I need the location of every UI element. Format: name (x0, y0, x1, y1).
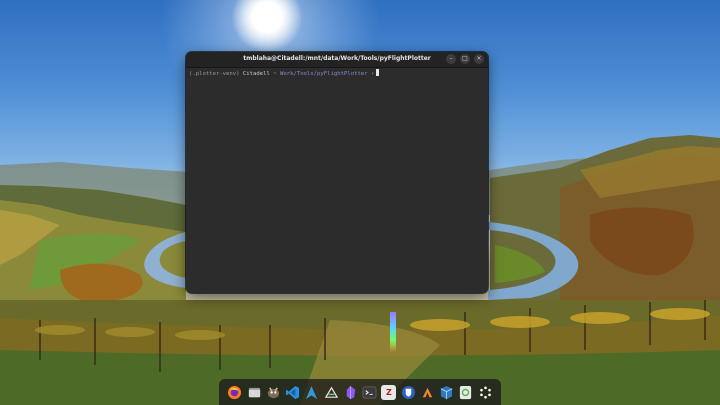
backup-icon[interactable] (458, 385, 473, 400)
dock: Z (219, 379, 501, 405)
obsidian-icon[interactable] (343, 385, 358, 400)
minimize-button[interactable]: – (446, 54, 456, 64)
firefox-icon[interactable] (227, 385, 242, 400)
terminal-titlebar[interactable]: tmblaha@Citadell:/mnt/data/Work/Tools/py… (186, 52, 488, 68)
virtualbox-icon[interactable] (439, 385, 454, 400)
text-cursor (376, 69, 380, 76)
close-button[interactable]: × (474, 54, 484, 64)
prompt-separator: ~ (273, 71, 277, 77)
inkscape-icon[interactable] (324, 385, 339, 400)
altium-icon[interactable] (420, 385, 435, 400)
zotero-icon[interactable]: Z (381, 384, 397, 400)
window-title: tmblaha@Citadell:/mnt/data/Work/Tools/py… (243, 55, 431, 62)
terminal-icon[interactable] (362, 385, 377, 400)
prompt-host: Citadell (242, 71, 270, 77)
vscode-icon[interactable] (285, 385, 300, 400)
files-icon[interactable] (247, 385, 262, 400)
app-grid-icon[interactable] (478, 385, 493, 400)
zotero-letter: Z (385, 387, 392, 397)
prompt-venv: (.plotter-venv) (189, 71, 240, 77)
bitwarden-icon[interactable] (401, 385, 416, 400)
prompt-end: › (370, 71, 375, 77)
maximize-button[interactable]: □ (460, 54, 470, 64)
prompt-path: Work/Tools/pyFlightPlotter (279, 71, 368, 77)
arch-icon[interactable] (304, 385, 319, 400)
terminal-content[interactable]: (.plotter-venv) Citadell ~ Work/Tools/py… (186, 68, 488, 293)
gimp-icon[interactable] (266, 385, 281, 400)
terminal-window[interactable]: tmblaha@Citadell:/mnt/data/Work/Tools/py… (186, 52, 488, 293)
